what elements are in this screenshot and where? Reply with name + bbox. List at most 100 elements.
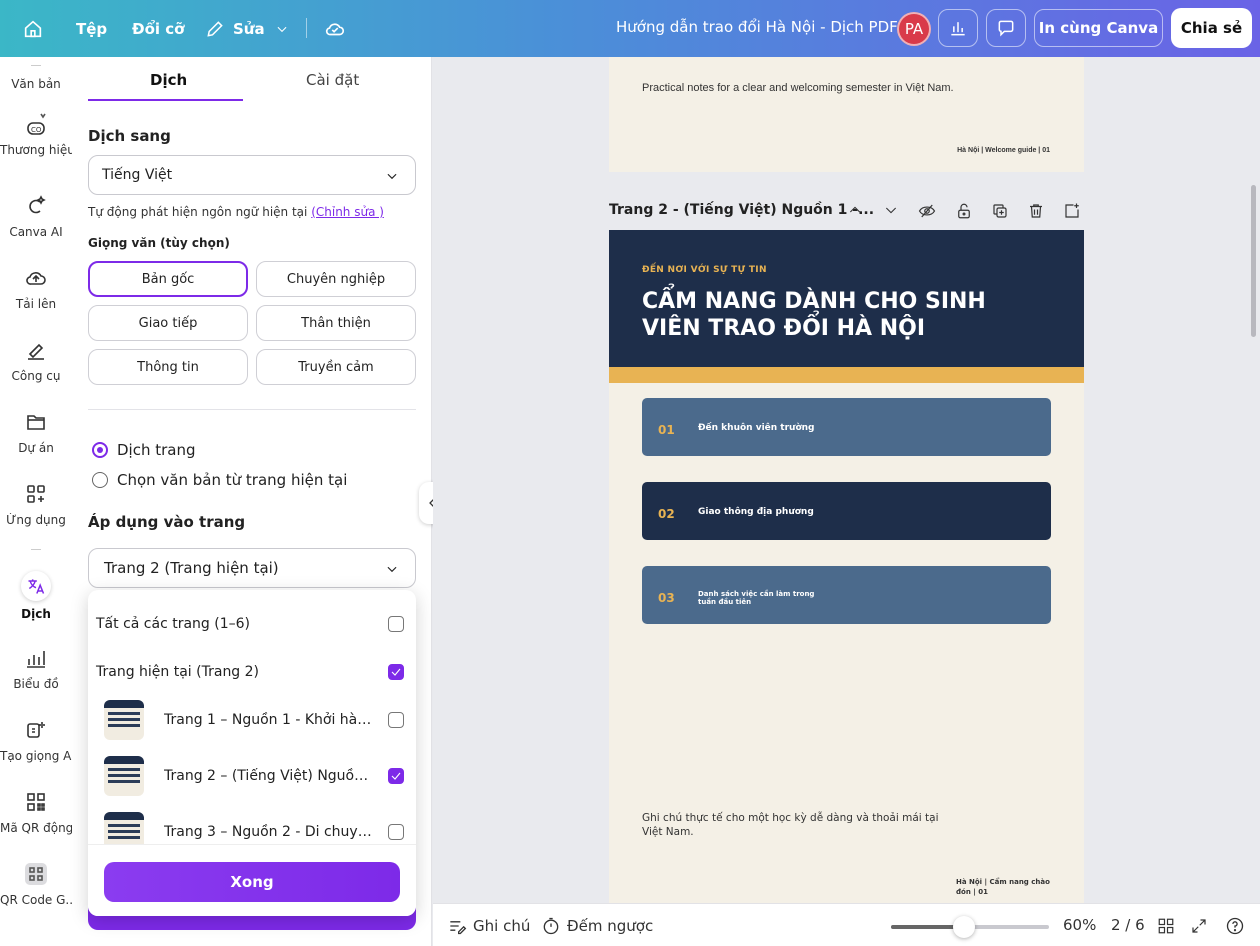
- radio-translate-page[interactable]: Dịch trang: [92, 441, 196, 459]
- option-label: Tất cả các trang (1–6): [96, 616, 250, 632]
- checkbox[interactable]: [388, 824, 404, 840]
- page2-note[interactable]: Ghi chú thực tế cho một học kỳ dễ dàng v…: [642, 811, 942, 839]
- rail-divider: [31, 65, 41, 66]
- rail-item-canva-ai[interactable]: Canva AI: [0, 193, 72, 239]
- page1-footer[interactable]: Hà Nội | Welcome guide | 01: [957, 147, 1050, 154]
- rail-item-upload[interactable]: Tải lên: [0, 265, 72, 311]
- hide-eye-icon[interactable]: [918, 202, 936, 220]
- pencil-icon: [207, 20, 223, 37]
- apply-pages-select[interactable]: Trang 2 (Trang hiện tại): [88, 548, 416, 588]
- rail-item-brand[interactable]: CO Thương hiệu: [0, 111, 72, 157]
- card-01[interactable]: 01 Đến khuôn viên trường: [642, 398, 1051, 456]
- apps-icon: [27, 485, 45, 503]
- tone-original[interactable]: Bản gốc: [88, 261, 248, 297]
- grid-view-button[interactable]: [1157, 917, 1181, 935]
- language-select[interactable]: Tiếng Việt: [88, 155, 416, 195]
- checkbox-checked[interactable]: [388, 664, 404, 680]
- duplicate-icon[interactable]: [991, 202, 1009, 220]
- auto-detect-text: Tự động phát hiện ngôn ngữ hiện tại: [88, 205, 308, 219]
- pages-dropdown: Tất cả các trang (1–6) Trang hiện tại (T…: [88, 590, 416, 916]
- share-button[interactable]: Chia sẻ: [1171, 8, 1252, 48]
- page-counter[interactable]: 2 / 6: [1111, 916, 1145, 934]
- rail-item-charts[interactable]: Biểu đồ: [0, 645, 72, 691]
- rail-item-text[interactable]: Văn bản: [0, 77, 72, 91]
- radio-select-text[interactable]: Chọn văn bản từ trang hiện tại: [92, 471, 347, 489]
- page2-hero: ĐẾN NƠI VỚI SỰ TỰ TIN CẨM NANG DÀNH CHO …: [609, 230, 1084, 367]
- option-page-1[interactable]: Trang 1 – Nguồn 1 - Khởi hành...: [88, 700, 416, 740]
- rail-divider: [31, 549, 41, 550]
- done-button[interactable]: Xong: [104, 862, 400, 902]
- tone-expressive[interactable]: Truyền cảm: [256, 349, 416, 385]
- tone-casual[interactable]: Giao tiếp: [88, 305, 248, 341]
- option-page-2[interactable]: Trang 2 – (Tiếng Việt) Nguồn 1...: [88, 756, 416, 796]
- page1-text[interactable]: Practical notes for a clear and welcomin…: [642, 82, 954, 94]
- check-icon: [391, 772, 401, 780]
- ai-voice-icon: [27, 722, 45, 738]
- rail-item-label: Tạo giọng AI: [0, 749, 72, 763]
- tab-translate[interactable]: Dịch: [150, 71, 187, 89]
- page2-footer[interactable]: Hà Nội | Cẩm nang chào đón | 01: [956, 877, 1056, 897]
- rail-item-label: Công cụ: [11, 369, 61, 383]
- option-all-pages[interactable]: Tất cả các trang (1–6): [88, 604, 416, 644]
- option-label: Trang 3 – Nguồn 2 - Di chuyển ...: [164, 824, 376, 840]
- file-menu[interactable]: Tệp: [76, 0, 107, 57]
- insights-button[interactable]: [938, 9, 978, 47]
- edit-menu[interactable]: Sửa: [205, 0, 289, 57]
- rail-item-projects[interactable]: Dự án: [0, 409, 72, 455]
- folder-icon: [27, 415, 45, 430]
- help-button[interactable]: [1225, 916, 1251, 936]
- page-2-title[interactable]: Trang 2 - (Tiếng Việt) Nguồn 1 -...: [609, 202, 874, 218]
- tone-professional[interactable]: Chuyên nghiệp: [256, 261, 416, 297]
- page2-title[interactable]: CẨM NANG DÀNH CHO SINH VIÊN TRAO ĐỔI HÀ …: [642, 288, 1002, 342]
- rail-item-apps[interactable]: Ứng dụng: [0, 481, 72, 527]
- tab-settings[interactable]: Cài đặt: [306, 71, 359, 89]
- card-02[interactable]: 02 Giao thông địa phương: [642, 482, 1051, 540]
- unlock-icon[interactable]: [955, 202, 973, 220]
- chevron-down-icon[interactable]: [883, 202, 899, 218]
- comments-button[interactable]: [986, 9, 1026, 47]
- checkbox[interactable]: [388, 712, 404, 728]
- resize-menu[interactable]: Đổi cỡ: [132, 0, 184, 57]
- add-page-icon[interactable]: [1063, 202, 1081, 220]
- expand-icon: [1192, 919, 1206, 933]
- timer-button[interactable]: Đếm ngược: [541, 916, 653, 936]
- rail-item-dynamic-qr[interactable]: Mã QR động: [0, 789, 72, 835]
- rail-item-translate[interactable]: Dịch: [0, 571, 72, 621]
- page-2[interactable]: ĐẾN NƠI VỚI SỰ TỰ TIN CẨM NANG DÀNH CHO …: [609, 230, 1084, 903]
- rail-item-qr-generator[interactable]: QR Code G...: [0, 861, 72, 907]
- canvas-scrollbar[interactable]: [1251, 185, 1256, 337]
- radio-button[interactable]: [92, 472, 108, 488]
- option-current-page[interactable]: Trang hiện tại (Trang 2): [88, 652, 416, 692]
- chevron-up-icon[interactable]: [847, 202, 863, 218]
- page-1[interactable]: Practical notes for a clear and welcomin…: [609, 57, 1084, 172]
- zoom-slider-thumb[interactable]: [953, 916, 975, 938]
- tone-informative[interactable]: Thông tin: [88, 349, 248, 385]
- rail-item-label: Mã QR động: [0, 821, 72, 835]
- checkbox[interactable]: [388, 616, 404, 632]
- card-03[interactable]: 03 Danh sách việc cần làm trong tuần đầu…: [642, 566, 1051, 624]
- print-with-canva-button[interactable]: In cùng Canva: [1034, 9, 1163, 47]
- tone-label: Giọng văn (tùy chọn): [88, 236, 230, 250]
- rail-item-tools[interactable]: Công cụ: [0, 337, 72, 383]
- zoom-slider[interactable]: [891, 916, 1049, 938]
- document-title[interactable]: Hướng dẫn trao đổi Hà Nội - Dịch PDF: [616, 18, 898, 36]
- cloud-save-button[interactable]: [324, 0, 346, 57]
- fullscreen-button[interactable]: [1190, 917, 1214, 935]
- page2-kicker[interactable]: ĐẾN NƠI VỚI SỰ TỰ TIN: [642, 265, 767, 275]
- check-icon: [391, 668, 401, 676]
- option-label: Trang 2 – (Tiếng Việt) Nguồn 1...: [164, 768, 376, 784]
- home-button[interactable]: [22, 0, 44, 57]
- notes-button[interactable]: Ghi chú: [447, 916, 530, 936]
- avatar[interactable]: PA: [897, 12, 931, 46]
- checkbox-checked[interactable]: [388, 768, 404, 784]
- zoom-level[interactable]: 60%: [1063, 916, 1096, 934]
- rail-item-ai-voice[interactable]: Tạo giọng AI: [0, 717, 72, 763]
- trash-icon[interactable]: [1027, 202, 1045, 220]
- radio-label: Chọn văn bản từ trang hiện tại: [117, 471, 348, 489]
- tone-friendly[interactable]: Thân thiện: [256, 305, 416, 341]
- radio-label: Dịch trang: [117, 441, 196, 459]
- page-thumbnail: [104, 700, 144, 740]
- edit-detect-link[interactable]: (Chỉnh sửa ): [311, 205, 384, 219]
- radio-button-selected[interactable]: [92, 442, 108, 458]
- bar-chart-icon: [951, 22, 965, 36]
